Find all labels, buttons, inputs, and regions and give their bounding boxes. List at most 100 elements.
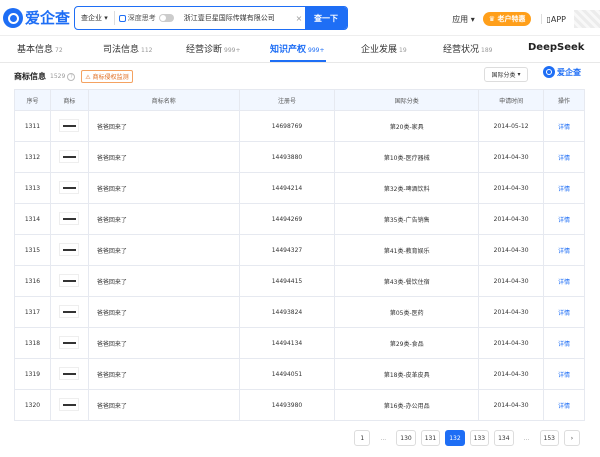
section-header: 商标信息 1529 ? ⚠ 商标侵权监测 xyxy=(14,70,133,83)
row-number: 1317 xyxy=(14,296,51,328)
row-number: 1314 xyxy=(14,203,51,235)
trademark-image[interactable] xyxy=(59,118,80,132)
registration-number: 14494051 xyxy=(238,358,336,390)
trademark-image-cell xyxy=(49,296,89,328)
page-button[interactable]: 131 xyxy=(420,430,441,446)
column-header: 申请时间 xyxy=(478,89,545,111)
tab-operating-status[interactable]: 经营状况 189 xyxy=(443,42,492,55)
trademark-image[interactable] xyxy=(59,149,80,163)
search-input[interactable]: 浙江壹巨星国际传媒有限公司 xyxy=(178,13,293,23)
avatar[interactable] xyxy=(574,10,600,28)
top-right-nav: 应用 ▾ ♛ 老户特惠 ▯APP xyxy=(452,10,600,28)
row-number: 1320 xyxy=(14,389,51,421)
action-cell: 详情 xyxy=(543,358,585,390)
trademark-image[interactable] xyxy=(59,273,80,287)
tab-count: 999+ xyxy=(224,47,241,54)
trademark-image-cell xyxy=(49,265,89,297)
details-link[interactable]: 详情 xyxy=(558,186,570,193)
pagination: 1... 130 131 132 133 134... 153 › xyxy=(349,430,580,446)
tab-label: 经营状况 xyxy=(443,45,480,55)
active-tab-indicator xyxy=(270,60,326,62)
details-link[interactable]: 详情 xyxy=(558,124,570,131)
column-header: 操作 xyxy=(543,89,585,111)
trademark-image[interactable] xyxy=(59,211,80,225)
tab-judicial-info[interactable]: 司法信息 112 xyxy=(103,42,152,55)
badge-logo-text: 爱企查 xyxy=(557,67,581,77)
row-number: 1315 xyxy=(14,234,51,266)
tab-label: 基本信息 xyxy=(17,45,54,55)
action-cell: 详情 xyxy=(543,265,585,297)
next-page-icon[interactable]: › xyxy=(564,430,580,446)
page-button[interactable]: 153 xyxy=(539,430,559,446)
trademark-image[interactable] xyxy=(59,180,80,194)
page-button[interactable]: 134 xyxy=(494,430,514,446)
table-row: 1316 爸爸回来了 14494415 第43类-餐饮住宿 2014-04-30 详情 xyxy=(14,265,585,297)
deep-think-icon xyxy=(118,14,126,22)
action-cell: 详情 xyxy=(543,234,585,266)
page-button[interactable]: 130 xyxy=(396,430,416,446)
intl-class-filter-select[interactable]: 国际分类 ▾ xyxy=(484,67,528,82)
trademark-image[interactable] xyxy=(59,242,80,256)
page-button[interactable]: 1 xyxy=(354,430,371,446)
trademark-image[interactable] xyxy=(59,366,80,380)
trademark-name: 爸爸回来了 xyxy=(87,327,240,359)
table-body: 1311 爸爸回来了 14698769 第20类-家具 2014-05-12 详情 1312… xyxy=(14,110,585,421)
details-link[interactable]: 详情 xyxy=(558,248,570,255)
details-link[interactable]: 详情 xyxy=(558,403,570,410)
top-bar: 爱企查 查企业 ▾ 深度思考 浙江壹巨星国际传媒有限公司 × 查一下 应用 ▾ … xyxy=(0,0,600,36)
tab-intellectual-property[interactable]: 知识产权 999+ xyxy=(270,42,325,55)
table-row: 1314 爸爸回来了 14494269 第35类-广告销售 2014-04-30 详情 xyxy=(14,203,585,235)
page-button[interactable]: 133 xyxy=(469,430,490,446)
search-box: 查企业 ▾ 深度思考 浙江壹巨星国际传媒有限公司 × 查一下 xyxy=(74,6,348,30)
site-logo[interactable]: 爱企查 xyxy=(3,7,70,28)
page-button[interactable]: 132 xyxy=(445,430,465,446)
action-cell: 详情 xyxy=(543,203,585,235)
tab-basic-info[interactable]: 基本信息 72 xyxy=(17,42,63,55)
table-row: 1313 爸爸回来了 14494214 第32类-啤酒饮料 2014-04-30 详情 xyxy=(14,172,585,204)
tab-deepseek[interactable]: DeepSeek xyxy=(528,42,584,53)
pagination-ellipsis: ... xyxy=(375,430,392,446)
international-class: 第10类-医疗器械 xyxy=(334,141,480,173)
tab-count: 189 xyxy=(481,47,493,54)
help-icon[interactable]: ? xyxy=(67,72,76,81)
row-number: 1319 xyxy=(14,358,51,390)
trademark-name: 爸爸回来了 xyxy=(87,110,240,142)
action-cell: 详情 xyxy=(543,110,585,142)
search-button[interactable]: 查一下 xyxy=(305,7,347,29)
trademark-image[interactable] xyxy=(59,335,80,349)
trademark-name: 爸爸回来了 xyxy=(87,265,240,297)
trademark-image-cell xyxy=(49,110,89,142)
details-link[interactable]: 详情 xyxy=(558,155,570,162)
apps-menu[interactable]: 应用 ▾ xyxy=(452,14,475,25)
tab-label: 企业发展 xyxy=(361,45,398,55)
trademark-image-cell xyxy=(49,141,89,173)
tab-enterprise-development[interactable]: 企业发展 19 xyxy=(361,42,407,55)
application-date: 2014-04-30 xyxy=(478,172,545,204)
company-tabs: 基本信息 72 司法信息 112 经营诊断 999+ 知识产权 999+ 企业发展 19 … xyxy=(0,37,600,63)
vip-promo-badge[interactable]: ♛ 老户特惠 xyxy=(482,12,532,26)
trademark-image[interactable] xyxy=(59,397,80,411)
details-link[interactable]: 详情 xyxy=(558,279,570,286)
table-row: 1315 爸爸回来了 14494327 第41类-教育娱乐 2014-04-30 详情 xyxy=(14,234,585,266)
app-download-link[interactable]: ▯APP xyxy=(546,15,566,24)
deep-think-toggle[interactable] xyxy=(158,14,174,22)
registration-number: 14493980 xyxy=(238,389,336,421)
pagination-ellipsis: ... xyxy=(518,430,535,446)
table-row: 1317 爸爸回来了 14493824 第05类-医药 2014-04-30 详情 xyxy=(14,296,585,328)
details-link[interactable]: 详情 xyxy=(558,310,570,317)
trademark-monitor-button[interactable]: ⚠ 商标侵权监测 xyxy=(81,70,133,83)
registration-number: 14494415 xyxy=(238,265,336,297)
divider xyxy=(541,14,543,24)
details-link[interactable]: 详情 xyxy=(558,217,570,224)
trademark-image[interactable] xyxy=(59,304,80,318)
international-class: 第16类-办公用品 xyxy=(334,389,480,421)
trademark-image-cell xyxy=(49,327,89,359)
clear-icon[interactable]: × xyxy=(293,14,305,23)
search-scope-dropdown[interactable]: 查企业 ▾ xyxy=(75,11,115,25)
table-row: 1312 爸爸回来了 14493880 第10类-医疗器械 2014-04-30 详情 xyxy=(14,141,585,173)
table-row: 1320 爸爸回来了 14493980 第16类-办公用品 2014-04-30 详情 xyxy=(14,389,585,421)
registration-number: 14494269 xyxy=(238,203,336,235)
details-link[interactable]: 详情 xyxy=(558,372,570,379)
details-link[interactable]: 详情 xyxy=(558,341,570,348)
tab-business-diagnosis[interactable]: 经营诊断 999+ xyxy=(186,42,241,55)
